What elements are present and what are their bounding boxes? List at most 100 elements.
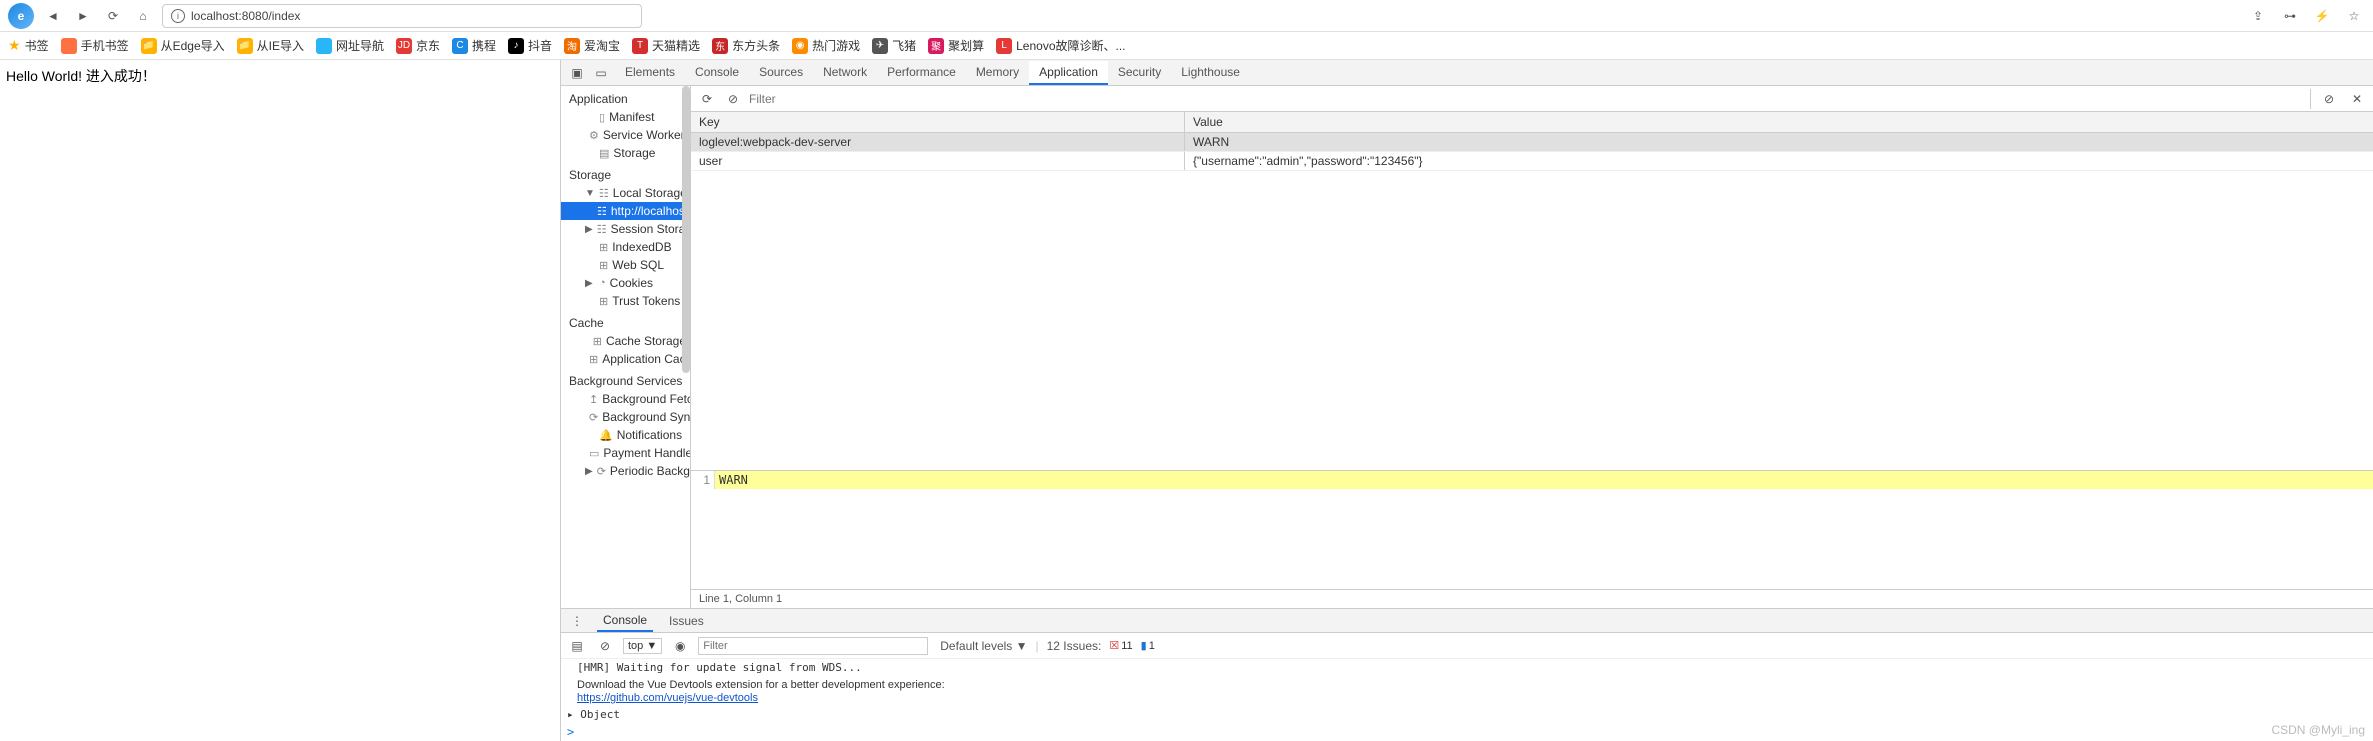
bookmark-item[interactable]: ✈飞猪	[872, 37, 916, 54]
bookmark-item[interactable]: LLenovo故障诊断、...	[996, 37, 1125, 54]
sidebar-item-label: Background Sync	[602, 410, 691, 424]
close-icon[interactable]: ✕	[2347, 89, 2367, 109]
sidebar-item[interactable]: ▭Payment Handler	[561, 444, 690, 462]
sidebar-item-icon: 🔔	[599, 429, 613, 442]
bookmark-item[interactable]: C携程	[452, 37, 496, 54]
forward-button[interactable]: ►	[72, 5, 94, 27]
toolbar-right: ⇪ ⊶ ⚡ ☆	[2247, 5, 2365, 27]
bookmark-item[interactable]: 淘爱淘宝	[564, 37, 620, 54]
scrollbar[interactable]	[682, 86, 690, 373]
sidebar-item[interactable]: ▯ Manifest	[561, 108, 690, 126]
devtools-tab-memory[interactable]: Memory	[966, 61, 1029, 85]
console-object[interactable]: ▸ Object	[561, 706, 2373, 723]
editor-value[interactable]: WARN	[715, 471, 752, 489]
table-row[interactable]: loglevel:webpack-dev-serverWARN	[691, 133, 2373, 152]
console-sidebar-icon[interactable]: ▤	[567, 636, 587, 656]
devtools-tab-sources[interactable]: Sources	[749, 61, 813, 85]
sidebar-item[interactable]: ▶☷Session Storage	[561, 220, 690, 238]
device-toggle-icon[interactable]: ▭	[591, 63, 611, 83]
kv-key-cell: user	[691, 152, 1185, 170]
sidebar-item[interactable]: ☷http://localhost:8080	[561, 202, 690, 220]
folder-icon: 📁	[237, 38, 253, 54]
deny-icon[interactable]: ⊘	[2319, 89, 2339, 109]
kv-empty-area[interactable]	[691, 171, 2373, 470]
star-outline-icon[interactable]: ☆	[2343, 5, 2365, 27]
bookmark-item[interactable]: 聚聚划算	[928, 37, 984, 54]
table-row[interactable]: user{"username":"admin","password":"1234…	[691, 152, 2373, 171]
console-log-line: [HMR] Waiting for update signal from WDS…	[561, 659, 2373, 676]
kv-key-header[interactable]: Key	[691, 112, 1185, 132]
issues-info-count[interactable]: 1	[1141, 639, 1155, 652]
bookmark-item[interactable]: 网址导航	[316, 37, 384, 54]
console-context[interactable]: top ▼	[623, 638, 662, 654]
sidebar-item[interactable]: ▤Storage	[561, 144, 690, 162]
bookmark-item[interactable]: ♪抖音	[508, 37, 552, 54]
bookmark-item[interactable]: 东东方头条	[712, 37, 780, 54]
sidebar-item-label: Manifest	[609, 110, 654, 124]
bookmark-item[interactable]: ★书签	[8, 37, 49, 54]
refresh-icon[interactable]: ⟳	[697, 89, 717, 109]
key-icon[interactable]: ⊶	[2279, 5, 2301, 27]
console-levels[interactable]: Default levels ▼	[940, 639, 1027, 653]
kv-value-header[interactable]: Value	[1185, 112, 2373, 132]
bookmark-label: Lenovo故障诊断、...	[1016, 37, 1125, 54]
console-eye-icon[interactable]: ◉	[670, 636, 690, 656]
drawer-tab-issues[interactable]: Issues	[663, 611, 710, 631]
sidebar-item-label: Local Storage	[613, 186, 687, 200]
console-filter-input[interactable]	[698, 637, 928, 655]
sidebar-item-label: Cache Storage	[606, 334, 686, 348]
site-info-icon[interactable]: i	[171, 9, 185, 23]
sidebar-item[interactable]: ⊞Web SQL	[561, 256, 690, 274]
sidebar-item[interactable]: 🔔Notifications	[561, 426, 690, 444]
bookmark-item[interactable]: 手机书签	[61, 37, 129, 54]
sidebar-item[interactable]: ⊞Cache Storage	[561, 332, 690, 350]
sidebar-item[interactable]: ⊞IndexedDB	[561, 238, 690, 256]
devtools-tab-lighthouse[interactable]: Lighthouse	[1171, 61, 1250, 85]
editor-line-number: 1	[691, 471, 715, 489]
bookmark-item[interactable]: 📁从IE导入	[237, 37, 304, 54]
bookmark-item[interactable]: JD京东	[396, 37, 440, 54]
share-icon[interactable]: ⇪	[2247, 5, 2269, 27]
bookmark-label: 爱淘宝	[584, 37, 620, 54]
bookmark-item[interactable]: ◉热门游戏	[792, 37, 860, 54]
issues-error-count[interactable]: 11	[1109, 639, 1132, 652]
bookmark-label: 京东	[416, 37, 440, 54]
clear-icon[interactable]: ⊘	[723, 89, 743, 109]
bookmark-label: 聚划算	[948, 37, 984, 54]
bookmark-label: 书签	[25, 37, 49, 54]
devtools-tab-security[interactable]: Security	[1108, 61, 1171, 85]
bookmark-item[interactable]: T天猫精选	[632, 37, 700, 54]
console-issues-label[interactable]: 12 Issues:	[1047, 639, 1102, 653]
devtools-tab-network[interactable]: Network	[813, 61, 877, 85]
sidebar-item[interactable]: ▼☷Local Storage	[561, 184, 690, 202]
sidebar-item[interactable]: ▶⟳Periodic Background Sync	[561, 462, 690, 480]
devtools-tab-elements[interactable]: Elements	[615, 61, 685, 85]
drawer-menu-icon[interactable]: ⋮	[567, 611, 587, 631]
sidebar-item[interactable]: ⟳Background Sync	[561, 408, 690, 426]
devtools-tab-performance[interactable]: Performance	[877, 61, 966, 85]
devtools-tab-application[interactable]: Application	[1029, 61, 1108, 85]
drawer-tab-console[interactable]: Console	[597, 610, 653, 632]
reload-button[interactable]: ⟳	[102, 5, 124, 27]
inspect-icon[interactable]: ▣	[567, 63, 587, 83]
back-button[interactable]: ◄	[42, 5, 64, 27]
sidebar-section-header: Storage	[561, 162, 690, 184]
bookmarks-bar: ★书签手机书签 📁从Edge导入 📁从IE导入网址导航 JD京东 C携程 ♪抖音淘爱淘宝 T…	[0, 32, 2373, 60]
sidebar-item[interactable]: ⚙Service Workers	[561, 126, 690, 144]
home-button[interactable]: ⌂	[132, 5, 154, 27]
sidebar-item[interactable]: ↥Background Fetch	[561, 390, 690, 408]
bolt-icon[interactable]: ⚡	[2311, 5, 2333, 27]
sidebar-item-icon: ▯	[599, 111, 605, 124]
console-clear-icon[interactable]: ⊘	[595, 636, 615, 656]
console-log-link[interactable]: https://github.com/vuejs/vue-devtools	[577, 692, 758, 704]
sidebar-item[interactable]: ⊞Trust Tokens	[561, 292, 690, 310]
editor-empty[interactable]	[691, 489, 2373, 589]
storage-filter-input[interactable]	[749, 92, 2304, 106]
sidebar-item-icon: ☷	[597, 205, 607, 218]
devtools-tab-console[interactable]: Console	[685, 61, 749, 85]
bookmark-item[interactable]: 📁从Edge导入	[141, 37, 225, 54]
sidebar-item[interactable]: ▶◔Cookies	[561, 274, 690, 292]
sidebar-item[interactable]: ⊞Application Cache	[561, 350, 690, 368]
console-prompt[interactable]: >	[561, 723, 2373, 741]
url-bar[interactable]: i localhost:8080/index	[162, 4, 642, 28]
